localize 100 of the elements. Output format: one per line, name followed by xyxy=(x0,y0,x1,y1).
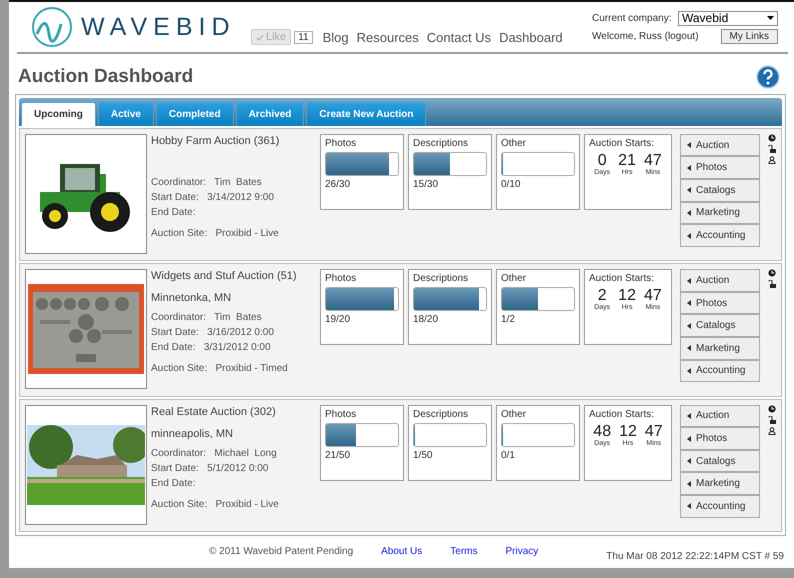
footer-link[interactable]: Privacy xyxy=(506,546,538,556)
lock-icon xyxy=(768,280,776,288)
progress-label: Other xyxy=(501,273,528,284)
auction-location: minneapolis, MN xyxy=(151,428,234,442)
nav-link[interactable]: Contact Us xyxy=(426,30,492,44)
caret-icon xyxy=(767,16,774,20)
progress-label: Photos xyxy=(325,138,358,149)
progress-reading: 19/20 xyxy=(325,314,352,326)
menu-button[interactable]: Marketing xyxy=(680,472,760,495)
tab[interactable]: Upcoming xyxy=(21,102,96,126)
page-title: Auction Dashboard xyxy=(18,66,194,88)
caret-icon xyxy=(687,458,691,464)
tab[interactable]: Completed xyxy=(156,102,234,126)
countdown-title: Auction Starts: xyxy=(589,138,656,149)
caret-icon xyxy=(687,480,691,487)
welcome-text: Welcome, Russ (logout) xyxy=(592,30,699,42)
clock-icon xyxy=(768,134,776,142)
my-links-button[interactable]: My Links xyxy=(720,28,778,44)
logo-icon xyxy=(31,6,73,48)
progress-label: Other xyxy=(501,138,528,149)
progress-label: Descriptions xyxy=(413,138,470,149)
company-label: Current company: xyxy=(592,12,672,24)
caret-icon xyxy=(687,436,691,442)
caret-icon xyxy=(687,368,691,374)
caret-icon xyxy=(687,232,691,239)
detail-text: Start Date: 3/16/2012 0:00 xyxy=(151,327,275,340)
nav-link[interactable]: Dashboard xyxy=(499,30,563,44)
countdown-value: 2 xyxy=(598,287,607,304)
copyright-text: © 2011 Wavebid Patent Pending xyxy=(209,546,354,556)
auction-title[interactable]: Real Estate Auction (302) xyxy=(151,406,316,428)
help-icon[interactable] xyxy=(756,65,780,89)
menu-button[interactable]: Photos xyxy=(680,427,760,450)
menu-button[interactable]: Auction xyxy=(680,404,760,428)
countdown-value: 21 xyxy=(618,152,636,169)
progress-reading: 0/10 xyxy=(501,178,522,190)
person-icon xyxy=(768,426,776,435)
detail-text: End Date: xyxy=(151,206,196,220)
company-select[interactable]: Wavebid xyxy=(678,10,778,26)
menu-button[interactable]: Auction xyxy=(680,269,760,292)
progress-label: Photos xyxy=(325,273,358,284)
menu-button[interactable]: Photos xyxy=(680,292,760,314)
menu-button[interactable]: Accounting xyxy=(680,494,760,518)
progress-reading: 0/1 xyxy=(501,450,516,461)
lock-icon xyxy=(768,144,776,153)
progress-label: Descriptions xyxy=(413,273,470,284)
menu-button[interactable]: Catalogs xyxy=(680,179,760,202)
menu-button[interactable]: Accounting xyxy=(680,360,760,382)
progress-reading: 15/30 xyxy=(413,178,440,190)
countdown-value: 12 xyxy=(619,422,637,440)
countdown-value: 0 xyxy=(598,152,607,169)
tab[interactable]: Create New Auction xyxy=(306,102,426,126)
menu-button[interactable]: Marketing xyxy=(680,202,760,224)
lock-icon xyxy=(768,416,776,424)
logo-text: WAVEBID xyxy=(81,12,236,42)
detail-text: Start Date: 3/14/2012 9:00 xyxy=(151,192,275,205)
clock-icon xyxy=(768,269,776,278)
caret-icon xyxy=(687,503,691,510)
nav-link[interactable]: Resources xyxy=(356,30,419,44)
auction-location: Minnetonka, MN xyxy=(151,292,232,306)
menu-button[interactable]: Accounting xyxy=(680,224,760,247)
countdown-value: 12 xyxy=(618,287,636,304)
detail-text: Coordinator: Tim Bates xyxy=(151,176,263,190)
progress-reading: 26/30 xyxy=(325,178,352,190)
footer-link[interactable]: Terms xyxy=(450,546,478,556)
auction-site-text: Auction Site: Proxibid - Timed xyxy=(151,363,289,374)
tab[interactable]: Active xyxy=(98,102,154,126)
like-count: 11 xyxy=(294,30,313,44)
tab[interactable]: Archived xyxy=(236,102,304,126)
menu-button[interactable]: Marketing xyxy=(680,337,760,360)
detail-text: Coordinator: Tim Bates xyxy=(151,312,263,326)
caret-icon xyxy=(687,278,691,284)
menu-button[interactable]: Catalogs xyxy=(680,314,760,338)
countdown-value: 48 xyxy=(593,422,612,440)
progress-label: Other xyxy=(501,408,528,420)
menu-button[interactable]: Auction xyxy=(680,134,760,156)
progress-reading: 21/50 xyxy=(325,450,352,461)
caret-icon xyxy=(687,187,691,194)
progress-reading: 1/2 xyxy=(501,314,516,326)
caret-icon xyxy=(687,322,691,329)
auction-title[interactable]: Widgets and Stuf Auction (51) xyxy=(151,270,316,292)
progress-label: Photos xyxy=(325,408,358,420)
footer-link[interactable]: About Us xyxy=(381,546,422,556)
countdown-value: 47 xyxy=(644,152,662,169)
menu-button[interactable]: Photos xyxy=(680,156,760,180)
caret-icon xyxy=(687,412,691,419)
countdown-title: Auction Starts: xyxy=(589,273,656,284)
progress-reading: 1/50 xyxy=(413,450,434,461)
progress-label: Descriptions xyxy=(413,408,470,420)
auction-title[interactable]: Hobby Farm Auction (361) xyxy=(151,134,316,157)
detail-text: Coordinator: Michael Long xyxy=(151,448,278,461)
countdown-value: 47 xyxy=(644,287,662,304)
timestamp-text: Thu Mar 08 2012 22:22:14PM CST # 59 xyxy=(606,550,784,562)
auction-site-text: Auction Site: Proxibid - Live xyxy=(151,228,280,239)
detail-text: End Date: xyxy=(151,478,196,491)
caret-icon xyxy=(687,300,691,306)
caret-icon xyxy=(687,142,691,148)
menu-button[interactable]: Catalogs xyxy=(680,450,760,472)
auction-site-text: Auction Site: Proxibid - Live xyxy=(151,498,280,510)
nav-link[interactable]: Blog xyxy=(322,30,349,44)
caret-icon xyxy=(687,210,691,216)
